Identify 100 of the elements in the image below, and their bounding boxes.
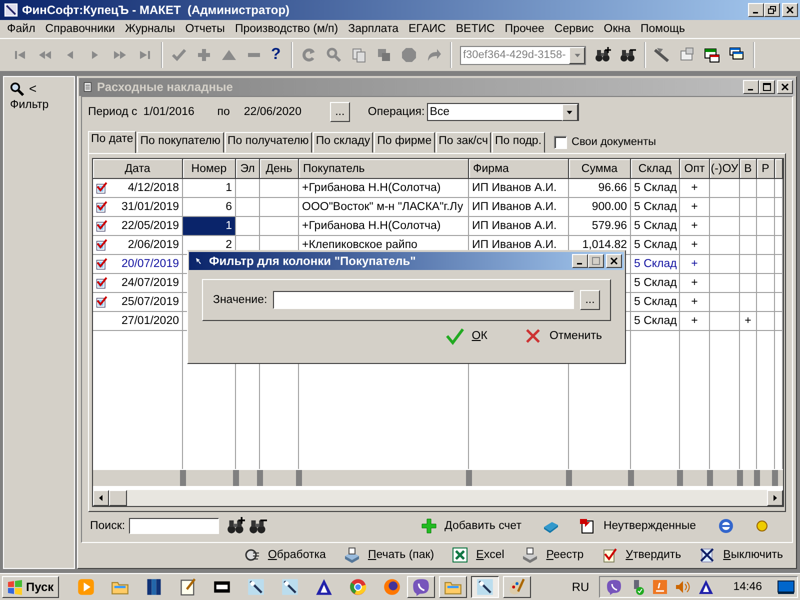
chat-icon[interactable] — [606, 579, 622, 595]
tab[interactable]: По дате — [88, 131, 136, 153]
desktop-icon[interactable] — [777, 579, 795, 595]
column-header[interactable]: Покупатель — [299, 159, 469, 179]
search-icon[interactable] — [10, 82, 24, 96]
column-header[interactable]: Фирма — [469, 159, 569, 179]
binoculars-plus-icon[interactable] — [227, 517, 246, 535]
menu-item[interactable]: Помощь — [636, 22, 690, 36]
maximize-button[interactable] — [588, 254, 604, 268]
id-combo[interactable]: f30ef364-429d-3158- — [460, 46, 586, 64]
app-icon — [476, 578, 494, 596]
period-button[interactable]: ... — [330, 102, 350, 122]
browse-button[interactable]: ... — [580, 290, 600, 310]
close-button[interactable] — [606, 254, 622, 268]
table-cell: + — [680, 274, 710, 293]
restore-button[interactable] — [764, 3, 780, 17]
toolbar-button[interactable]: Утвердить — [600, 547, 684, 563]
copy-icon[interactable] — [351, 47, 367, 63]
value-label: Значение: — [213, 294, 268, 306]
toolbar-button[interactable]: Реестр — [520, 547, 586, 563]
menu-item[interactable]: Окна — [598, 22, 636, 36]
column-header[interactable]: (-)ОУ — [710, 159, 740, 179]
triangle-icon[interactable] — [698, 579, 714, 595]
minimize-button[interactable] — [748, 3, 764, 17]
menu-item[interactable]: ВЕТИС — [450, 22, 500, 36]
menu-item[interactable]: Файл — [2, 22, 40, 36]
operation-select[interactable]: Все — [426, 103, 579, 121]
app-icon[interactable] — [280, 578, 299, 596]
table-cell: 5 Склад — [631, 293, 680, 312]
menu-item[interactable]: Зарплата — [343, 22, 404, 36]
ok-button[interactable]: ОК — [444, 327, 490, 345]
e-icon[interactable] — [718, 518, 734, 534]
toolbar-button[interactable]: Выключить — [697, 547, 785, 563]
binoculars-plus-icon[interactable] — [595, 47, 611, 63]
column-header[interactable]: Эл — [236, 159, 260, 179]
triangle-icon[interactable] — [314, 578, 333, 596]
add-invoice-button[interactable]: Добавить счет — [418, 518, 524, 534]
tab[interactable]: По получателю — [224, 132, 312, 153]
cup-icon[interactable] — [652, 579, 668, 595]
binoculars-minus-icon[interactable] — [249, 517, 268, 535]
check-icon[interactable] — [171, 47, 187, 63]
binoculars-minus-icon[interactable] — [620, 47, 636, 63]
column-header[interactable]: В — [740, 159, 757, 179]
unapproved-button[interactable]: Неутвержденные — [577, 518, 698, 534]
speaker-icon[interactable] — [675, 579, 692, 595]
language-indicator[interactable]: RU — [572, 580, 594, 594]
value-field[interactable] — [273, 291, 574, 309]
tab[interactable]: По покупателю — [137, 132, 224, 153]
minimize-button[interactable] — [572, 254, 588, 268]
start-button[interactable]: Пуск — [2, 576, 59, 598]
toolbar-button[interactable]: Печать (пак) — [342, 547, 436, 563]
restore-icon — [768, 6, 776, 14]
toolbar-button[interactable]: Обработка — [242, 547, 328, 563]
toolbar-button[interactable]: Excel — [450, 547, 506, 563]
table-cell: 5 Склад — [631, 255, 680, 274]
column-header[interactable]: Сумма — [569, 159, 631, 179]
column-header[interactable]: Номер — [183, 159, 236, 179]
menu-item[interactable]: Справочники — [40, 22, 120, 36]
tab[interactable]: По подр. — [492, 132, 545, 153]
left-arrow-icon — [97, 494, 105, 502]
table-cell — [757, 217, 775, 236]
cancel-button[interactable]: Отменить — [523, 327, 604, 345]
tab[interactable]: По фирме — [374, 132, 435, 153]
taskbar-button[interactable] — [470, 576, 499, 598]
books-icon[interactable] — [144, 578, 163, 596]
close-button[interactable] — [777, 80, 793, 94]
tab[interactable]: По складу — [312, 132, 374, 153]
maximize-button[interactable] — [759, 80, 775, 94]
column-header[interactable]: День — [260, 159, 299, 179]
help-button[interactable]: ? — [271, 46, 283, 64]
menu-item[interactable]: Сервис — [549, 22, 599, 36]
dialog-icon[interactable] — [679, 47, 695, 63]
column-header[interactable]: Склад — [631, 159, 680, 179]
layers-icon[interactable] — [376, 47, 392, 63]
horizontal-scrollbar[interactable] — [93, 490, 783, 506]
wand-icon[interactable] — [654, 47, 670, 63]
minimize-button[interactable] — [743, 80, 759, 94]
scroll-thumb[interactable] — [109, 490, 127, 506]
tab[interactable]: По зак/сч — [436, 132, 491, 153]
dot-icon[interactable] — [754, 518, 770, 534]
app-icon[interactable] — [246, 578, 265, 596]
globe-icon[interactable] — [348, 578, 367, 596]
collapse-button[interactable]: < — [29, 81, 37, 96]
menu-item[interactable]: Прочее — [500, 22, 550, 36]
own-documents-checkbox[interactable] — [554, 136, 567, 148]
column-header[interactable]: Опт — [680, 159, 710, 179]
menu-item[interactable]: Отчеты — [180, 22, 230, 36]
globe-icon[interactable] — [382, 578, 401, 596]
menu-item[interactable]: Производство (м/п) — [230, 22, 344, 36]
table-cell: 25/07/2019 — [93, 293, 183, 312]
notepad-icon[interactable] — [178, 578, 197, 596]
column-header[interactable]: Дата — [93, 159, 183, 179]
search-field[interactable] — [129, 518, 220, 534]
menu-item[interactable]: ЕГАИС — [403, 22, 451, 36]
windows-icon[interactable] — [704, 47, 720, 63]
column-header[interactable] — [775, 159, 783, 179]
column-header[interactable]: Р — [757, 159, 775, 179]
chat-icon — [412, 578, 430, 596]
menu-item[interactable]: Журналы — [120, 22, 180, 36]
close-button[interactable] — [782, 3, 798, 17]
